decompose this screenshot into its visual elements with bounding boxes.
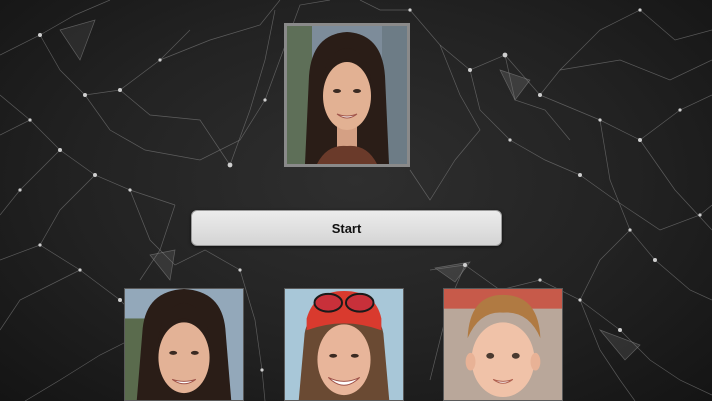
choice-face-photo-2[interactable] [284, 288, 404, 401]
start-button[interactable]: Start [191, 210, 502, 246]
game-screen: Start [0, 0, 712, 401]
choice-face-photo-1[interactable] [124, 288, 244, 401]
choice-face-photo-3[interactable] [443, 288, 563, 401]
target-face-photo [284, 23, 410, 167]
